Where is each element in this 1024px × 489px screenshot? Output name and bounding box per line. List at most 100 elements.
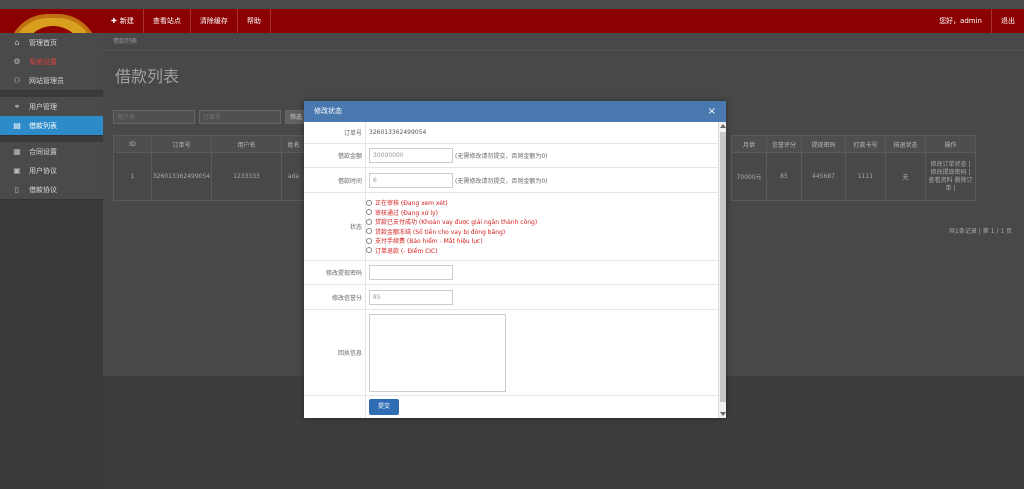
logout-link[interactable]: 退出 [991, 9, 1024, 33]
table-header: ID [113, 135, 152, 153]
radio-icon [366, 237, 372, 244]
close-icon[interactable]: × [708, 101, 716, 122]
status-option[interactable]: 贷款已支付成功 (Khoản vay được giải ngân thành … [366, 217, 537, 227]
sidebar-item-users[interactable]: ⚭ 用户管理 [0, 97, 103, 116]
reply-label: 回执信息 [304, 310, 366, 395]
sidebar-item-contracts[interactable]: ▦ 合同设置 [0, 142, 103, 161]
scroll-thumb[interactable] [720, 132, 726, 402]
top-nav: ✚ 新建 查看站点 清除缓存 帮助 [102, 9, 271, 33]
pager: 共1条记录 | 第 1 / 1 页 [949, 228, 1012, 235]
table-header: 提现密码 [801, 135, 846, 153]
status-option[interactable]: 正在审核 (Đang xem xét) [366, 198, 448, 208]
table-header: 操作 [925, 135, 976, 153]
sidebar-group-users: ⚭ 用户管理 ▤ 借款列表 [0, 97, 109, 136]
credit-row: 修改信誉分 [304, 285, 718, 310]
sidebar-item-settings[interactable]: ⚙ 系统设置 [0, 52, 103, 71]
sidebar-item-loans[interactable]: ▤ 借款列表 [0, 116, 109, 135]
order-filter-input[interactable] [199, 110, 281, 124]
scroll-up-icon[interactable] [720, 124, 726, 128]
credit-label: 修改信誉分 [304, 285, 366, 309]
table-cell: 1233333 [211, 152, 282, 201]
radio-icon [366, 209, 372, 216]
modal-body: 订单号 326013362499054 借款金额 (无需修改请勿提交，否则金额为… [304, 122, 718, 418]
username-filter-input[interactable] [113, 110, 195, 124]
sidebar: ⌂ 管理首页 ⚙ 系统设置 ⚇ 网站管理员 ⚭ 用户管理 ▤ 借款列表 ▦ 合同设置 ▣ 用户… [0, 33, 109, 489]
status-label: 状态 [304, 193, 366, 260]
row-actions[interactable]: 修改订单状态 | 修改提现密码 | 查看资料 删除订单 | [925, 152, 976, 201]
filter-bar: 筛选 [113, 110, 308, 124]
submit-row: 提交 [304, 396, 718, 418]
radio-icon [366, 228, 372, 235]
status-option[interactable]: 贷款金额冻结 (Số tiền cho vay bị đóng băng) [366, 227, 505, 237]
help-link[interactable]: 帮助 [238, 9, 271, 33]
greeting: 您好，admin [939, 17, 982, 25]
users-icon: ⚭ [13, 102, 21, 111]
term-hint: (无需修改请勿提交，否则金额为0) [455, 177, 548, 185]
credit-input[interactable] [369, 289, 453, 305]
plus-icon: ✚ [111, 17, 117, 25]
modal-title: 修改状态 [314, 107, 342, 115]
reply-textarea[interactable] [369, 313, 506, 392]
page-title: 借款列表 [115, 67, 180, 86]
sidebar-group-system: ⌂ 管理首页 ⚙ 系统设置 ⚇ 网站管理员 [0, 33, 103, 91]
order-row: 订单号 326013362499054 [304, 122, 718, 144]
top-right: 您好，admin 退出 [930, 9, 1024, 33]
amount-label: 借款金额 [304, 144, 366, 167]
amount-input[interactable] [369, 148, 453, 163]
table-cell: 85 [766, 152, 802, 201]
modal-scrollbar[interactable] [718, 122, 726, 418]
amount-hint: (无需修改请勿提交，否则金额为0) [455, 153, 548, 160]
order-value: 326013362499054 [369, 129, 427, 136]
modal-header: 修改状态 × [304, 101, 726, 122]
browser-strip [0, 0, 1024, 9]
status-option[interactable]: 审核通过 (Đang xử lý) [366, 208, 438, 218]
new-button[interactable]: ✚ 新建 [102, 9, 144, 33]
sidebar-item-admins[interactable]: ⚇ 网站管理员 [0, 71, 103, 90]
reply-row: 回执信息 [304, 310, 718, 396]
gear-icon: ⚙ [13, 57, 21, 66]
contract-icon: ▦ [13, 147, 21, 156]
table-cell: 70000元 [731, 152, 767, 201]
table-cell: 无 [885, 152, 926, 201]
sidebar-item-loan-agreement[interactable]: ▯ 借款协议 [0, 180, 103, 199]
term-row: 借款时间 (无需修改请勿提交，否则金额为0) [304, 168, 718, 193]
table-cell: 445687 [801, 152, 846, 201]
status-option[interactable]: 订单退款 (- Điểm CIC) [366, 246, 438, 256]
document-icon: ▯ [14, 185, 20, 194]
table-header: 信誉评分 [766, 135, 802, 153]
clear-cache-link[interactable]: 清除缓存 [191, 9, 238, 33]
table-cell: 1 [113, 152, 152, 201]
withdraw-pwd-input[interactable] [369, 265, 453, 280]
radio-icon [366, 199, 372, 206]
table-header: 用户名 [211, 135, 282, 153]
top-bar: ✚ 新建 查看站点 清除缓存 帮助 您好，admin 退出 [0, 0, 1024, 54]
table-cell: 326013362499054 [151, 152, 212, 201]
agreement-icon: ▣ [13, 166, 21, 175]
table-header: 姓名 [281, 135, 306, 153]
table-cell: ada [281, 152, 306, 201]
view-site-link[interactable]: 查看站点 [144, 9, 191, 33]
term-input[interactable] [369, 172, 453, 188]
table-cell: 1111 [845, 152, 886, 201]
table-header: 月供 [731, 135, 767, 153]
table-header: 打款卡号 [845, 135, 886, 153]
breadcrumb: 借款列表 [103, 33, 1024, 51]
radio-icon [366, 247, 372, 254]
withdraw-pwd-label: 修改提现密码 [304, 261, 366, 284]
status-row: 状态 正在审核 (Đang xem xét) 审核通过 (Đang xử lý)… [304, 193, 718, 261]
table-header: 订单号 [151, 135, 212, 153]
sidebar-group-contracts: ▦ 合同设置 ▣ 用户协议 ▯ 借款协议 [0, 142, 103, 200]
sidebar-item-user-agreement[interactable]: ▣ 用户协议 [0, 161, 103, 180]
amount-row: 借款金额 (无需修改请勿提交，否则金额为0) [304, 144, 718, 168]
home-icon: ⌂ [14, 38, 20, 47]
submit-button[interactable]: 提交 [369, 399, 399, 415]
table-header: 核退状态 [885, 135, 926, 153]
scroll-down-icon[interactable] [720, 412, 726, 416]
list-icon: ▤ [13, 121, 21, 130]
sidebar-item-home[interactable]: ⌂ 管理首页 [0, 33, 103, 52]
radio-icon [366, 218, 372, 225]
status-option[interactable]: 支付手续费 (Bảo hiểm - Mất hiệu lực) [366, 236, 483, 246]
order-label: 订单号 [304, 122, 366, 143]
withdraw-pwd-row: 修改提现密码 [304, 261, 718, 285]
edit-status-modal: 修改状态 × 订单号 326013362499054 借款金额 (无需修改请勿提… [304, 101, 726, 418]
